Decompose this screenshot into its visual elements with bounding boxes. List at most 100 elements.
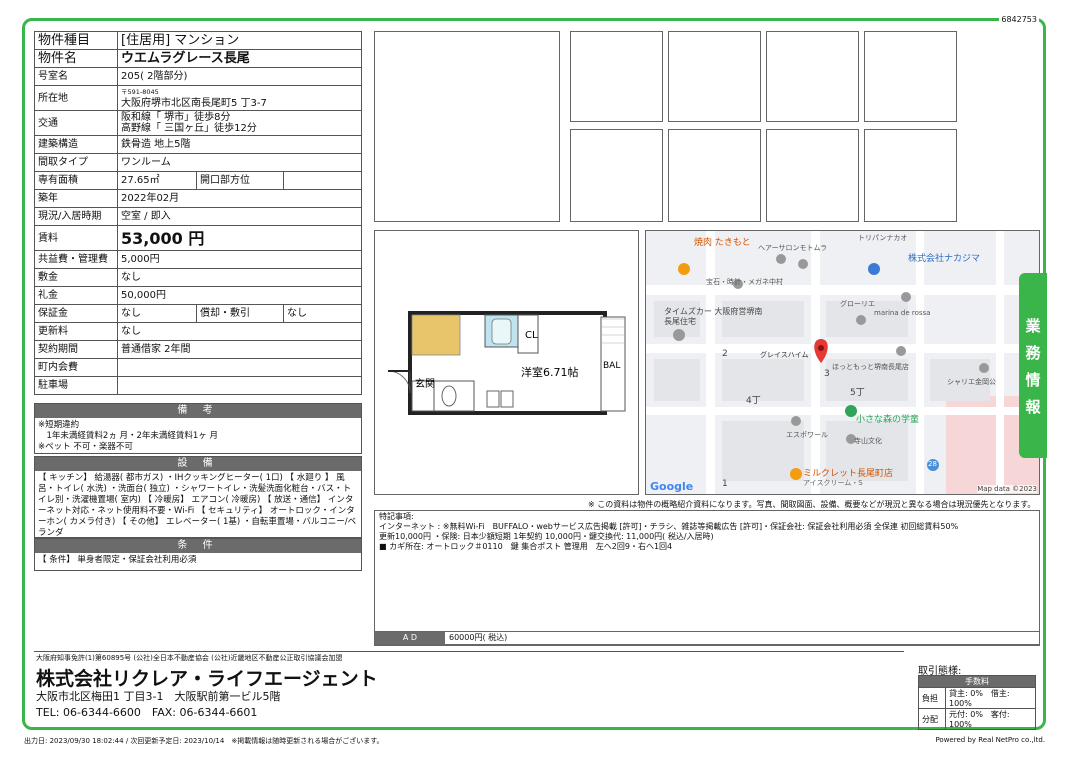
fee-row2-value: 元付: 0% 客付: 100% bbox=[945, 708, 1036, 730]
structure-value: 鉄骨造 地上5階 bbox=[117, 135, 362, 154]
map-label-9: ほっともっと堺南長尾店 bbox=[832, 363, 909, 371]
map-label-18: 4丁 bbox=[746, 396, 761, 406]
entrance-label: 玄関 bbox=[415, 377, 435, 390]
floorplan-drawing: CL 洋室6.71帖 BAL 玄関 bbox=[387, 311, 626, 415]
photo-placeholder-5 bbox=[570, 129, 663, 222]
postal-code: 〒591-8045 bbox=[121, 88, 159, 96]
facilities-body: 【 キッチン】 給湯器( 都市ガス) ・IHクッキングヒーター( 1口) 【 水… bbox=[38, 473, 357, 538]
keymoney-value: 50,000円 bbox=[117, 286, 362, 305]
map-label-12: エスポワール bbox=[786, 431, 828, 439]
hoshokin-value: なし bbox=[117, 304, 197, 323]
address-label: 所在地 bbox=[34, 85, 118, 111]
photo-placeholder-2 bbox=[668, 31, 761, 122]
company-address: 大阪市北区梅田1 丁目3-1 大阪駅前第一ビル5階 bbox=[36, 690, 281, 703]
map-label-2: ヘアーサロンモトムラ bbox=[758, 244, 828, 252]
business-info-tab[interactable]: 業務情報 bbox=[1019, 273, 1047, 458]
transport-label: 交通 bbox=[34, 110, 118, 136]
map-label-10: シャリエ金岡公 bbox=[947, 378, 996, 386]
license-text: 大阪府知事免許(1)第60895号 (公社)全日本不動産協会 (公社)近畿地区不… bbox=[36, 654, 343, 662]
layout-value: ワンルーム bbox=[117, 153, 362, 172]
ad-row: A D 60000円( 税込) bbox=[374, 631, 1040, 645]
map-label-11: 小さな森の学童 bbox=[856, 415, 920, 425]
fee-row2-label: 分配 bbox=[918, 708, 946, 730]
type-label: 物件種目 bbox=[34, 31, 118, 50]
disclaimer-text: ※ この資料は物件の概略紹介資料になります。写真、間取図面、設備、概要などが現況… bbox=[588, 500, 1036, 509]
structure-label: 建築構造 bbox=[34, 135, 118, 154]
remarks-heading: 備 考 bbox=[35, 404, 361, 418]
balcony-label: BAL bbox=[603, 361, 620, 371]
map-label-6: タイムズカー 大阪府営堺南長尾住宅 bbox=[664, 307, 763, 326]
contract-label: 契約期間 bbox=[34, 340, 118, 359]
name-label: 物件名 bbox=[34, 49, 118, 68]
photo-placeholder-3 bbox=[766, 31, 859, 122]
map-label-17: 3 bbox=[824, 369, 830, 379]
remarks-line-1: ※短期違約 bbox=[38, 420, 80, 430]
property-info-table: 物件種目 [住居用] マンション 物件名 ウエムラグレース長尾 号室名 205( 2階… bbox=[34, 31, 362, 395]
type-value: [住居用] マンション bbox=[117, 31, 362, 50]
status-label: 現況/入居時期 bbox=[34, 207, 118, 226]
map-label-3: 株式会社ナカジマ bbox=[908, 254, 981, 264]
address-cell: 〒591-8045 大阪府堺市北区南長尾町5 丁3-7 bbox=[117, 85, 362, 111]
floorplan-panel: CL 洋室6.71帖 BAL 玄関 bbox=[374, 230, 639, 495]
area-value: 27.65㎡ bbox=[117, 171, 197, 190]
rent-value: 53,000 円 bbox=[117, 225, 362, 251]
layout-label: 間取タイプ bbox=[34, 153, 118, 172]
built-label: 築年 bbox=[34, 189, 118, 208]
special-remarks-box: 特記事項: インターネット : ※無料Wi-Fi BUFFALO・webサービス… bbox=[374, 510, 1040, 646]
map-label-5: グローリエ bbox=[840, 300, 875, 308]
hoshokin-label: 保証金 bbox=[34, 304, 118, 323]
footer-left: 出力日: 2023/09/30 18:02:44 / 次回更新予定日: 2023… bbox=[24, 737, 384, 745]
tab-label: 業務情報 bbox=[1025, 317, 1041, 416]
conditions-section: 条 件 【 条件】 単身者限定・保証会社利用必須 bbox=[34, 538, 362, 571]
transport-line-1: 阪和線「 堺市」徒歩8分 bbox=[121, 112, 231, 123]
area-label: 専有面積 bbox=[34, 171, 118, 190]
parking-value bbox=[117, 376, 362, 395]
closet-label: CL bbox=[525, 330, 538, 341]
conditions-heading: 条 件 bbox=[35, 539, 361, 553]
renewal-label: 更新料 bbox=[34, 322, 118, 341]
facilities-heading: 設 備 bbox=[35, 457, 361, 471]
remarks-section: 備 考 ※短期違約 1年未満経賃料2ヵ 月・2年未満経賃料1ヶ 月 ※ペット 不… bbox=[34, 403, 362, 454]
ad-value: 60000円( 税込) bbox=[449, 633, 508, 642]
remarks-body: ※短期違約 1年未満経賃料2ヵ 月・2年未満経賃料1ヶ 月 ※ペット 不可・楽器… bbox=[35, 418, 361, 455]
shokyaku-value: なし bbox=[283, 304, 362, 323]
map-label-8: グレイスハイム bbox=[760, 351, 809, 359]
remarks-line-2: 1年未満経賃料2ヵ 月・2年未満経賃料1ヶ 月 bbox=[38, 431, 219, 441]
special-line-1: インターネット : ※無料Wi-Fi BUFFALO・webサービス広告掲載 [… bbox=[379, 522, 959, 531]
map-label-20: 1 bbox=[722, 479, 728, 489]
address-value: 大阪府堺市北区南長尾町5 丁3-7 bbox=[121, 98, 267, 109]
community-value bbox=[117, 358, 362, 377]
name-value: ウエムラグレース長尾 bbox=[117, 49, 362, 68]
status-value: 空室 / 即入 bbox=[117, 207, 362, 226]
keymoney-label: 礼金 bbox=[34, 286, 118, 305]
fee-row1-value: 貸主: 0% 借主: 100% bbox=[945, 687, 1036, 709]
conditions-body: 【 条件】 単身者限定・保証会社利用必須 bbox=[38, 555, 197, 565]
direction-label: 開口部方位 bbox=[196, 171, 284, 190]
map-label-21: 28 bbox=[928, 460, 937, 468]
map-label-0: 焼肉 たきもと bbox=[694, 238, 751, 248]
map-label-16: 2 bbox=[722, 349, 728, 359]
parking-label: 駐車場 bbox=[34, 376, 118, 395]
photo-placeholder-4 bbox=[864, 31, 957, 122]
location-map[interactable]: 焼肉 たきもと トリパンナカオ ヘアーサロンモトムラ 株式会社ナカジマ 宝石・時… bbox=[645, 230, 1040, 495]
transport-line-2: 高野線「 三国ヶ丘」徒歩12分 bbox=[121, 123, 257, 134]
ad-label: A D bbox=[375, 632, 445, 644]
main-photo-placeholder bbox=[374, 31, 560, 222]
company-phone: TEL: 06-6344-6600 FAX: 06-6344-6601 bbox=[36, 706, 258, 719]
fee-row1-label: 負担 bbox=[918, 687, 946, 709]
map-label-13: 寺山文化 bbox=[854, 437, 882, 445]
rent-label: 賃料 bbox=[34, 225, 118, 251]
mgmt-value: 5,000円 bbox=[117, 250, 362, 269]
map-label-15: アイスクリーム・S bbox=[803, 479, 863, 487]
transport-cell: 阪和線「 堺市」徒歩8分 高野線「 三国ヶ丘」徒歩12分 bbox=[117, 110, 362, 136]
map-attribution: Map data ©2023 bbox=[977, 485, 1037, 493]
photo-placeholder-6 bbox=[668, 129, 761, 222]
google-logo: Google bbox=[650, 480, 694, 493]
room-size-label: 洋室6.71帖 bbox=[521, 365, 579, 379]
map-label-7: marina de rossa bbox=[874, 309, 931, 317]
photo-placeholder-8 bbox=[864, 129, 957, 222]
room-value: 205( 2階部分) bbox=[117, 67, 362, 86]
document-id: 6842753 bbox=[999, 15, 1039, 24]
shokyaku-label: 償却・敷引 bbox=[196, 304, 284, 323]
map-label-19: 5丁 bbox=[850, 388, 865, 398]
